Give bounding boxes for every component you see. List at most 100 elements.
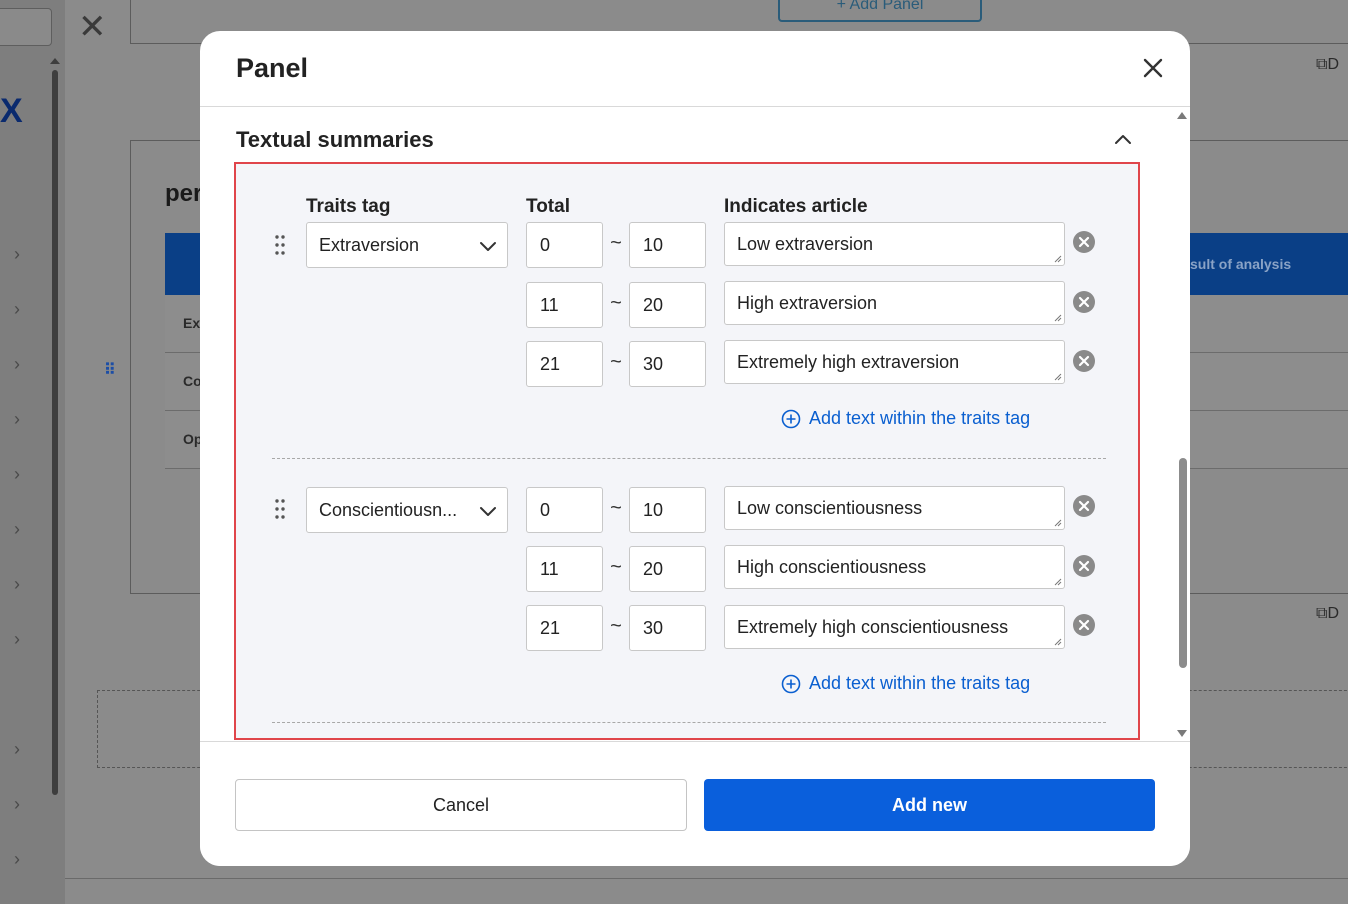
cancel-button[interactable]: Cancel <box>235 779 687 831</box>
range-separator: ~ <box>610 292 622 314</box>
article-text-value: Extremely high conscientiousness <box>737 617 1009 637</box>
total-min-input[interactable]: 0 <box>526 487 603 533</box>
resize-handle-icon[interactable] <box>1054 519 1062 527</box>
remove-row-icon[interactable] <box>1073 231 1095 253</box>
scroll-up-icon[interactable] <box>1177 112 1187 119</box>
group-divider <box>272 458 1106 459</box>
range-separator: ~ <box>610 615 622 637</box>
article-text-value: Extremely high extraversion <box>737 352 960 372</box>
chevron-right-icon: › <box>14 244 20 264</box>
article-text-input[interactable]: High conscientiousness <box>724 545 1065 589</box>
drag-handle-icon[interactable] <box>274 234 286 256</box>
total-max-input[interactable]: 20 <box>629 282 706 328</box>
background-sidebar: X › › › › › › › › › › › <box>0 0 65 904</box>
background-copy-icon: ⧉D <box>1316 605 1339 622</box>
range-separator: ~ <box>610 556 622 578</box>
chevron-down-icon <box>480 242 496 251</box>
background-row-label: Ex <box>183 315 201 331</box>
article-text-input[interactable]: Low extraversion <box>724 222 1065 266</box>
background-divider <box>65 878 1348 879</box>
chevron-right-icon: › <box>14 299 20 319</box>
panel-modal: Panel Textual summaries Traits tag Total… <box>200 31 1190 866</box>
traits-tag-value: Extraversion <box>319 235 420 255</box>
chevron-right-icon: › <box>14 409 20 429</box>
scrollbar-thumb[interactable] <box>1179 458 1187 668</box>
traits-tag-value: Conscientiousn... <box>319 500 458 520</box>
chevron-down-icon <box>480 507 496 516</box>
article-text-value: High extraversion <box>737 293 878 313</box>
modal-footer: Cancel Add new <box>200 741 1190 866</box>
range-separator: ~ <box>610 351 622 373</box>
modal-title: Panel <box>236 53 309 83</box>
resize-handle-icon[interactable] <box>1054 255 1062 263</box>
article-text-input[interactable]: Low conscientiousness <box>724 486 1065 530</box>
resize-handle-icon[interactable] <box>1054 314 1062 322</box>
background-table-header-text: sult of analysis <box>1190 256 1292 272</box>
remove-row-icon[interactable] <box>1073 350 1095 372</box>
total-max-input[interactable]: 10 <box>629 222 706 268</box>
remove-row-icon[interactable] <box>1073 614 1095 636</box>
chevron-right-icon: › <box>14 519 20 539</box>
chevron-up-icon[interactable] <box>1112 132 1134 146</box>
background-logo: X <box>0 92 23 130</box>
article-text-value: Low extraversion <box>737 234 874 254</box>
remove-row-icon[interactable] <box>1073 495 1095 517</box>
add-new-button[interactable]: Add new <box>704 779 1155 831</box>
section-title: Textual summaries <box>236 127 434 152</box>
total-max-input[interactable]: 30 <box>629 605 706 651</box>
total-min-input[interactable]: 21 <box>526 605 603 651</box>
plus-circle-icon <box>781 409 801 429</box>
background-scrollbar <box>52 70 58 795</box>
background-search-box <box>0 8 52 46</box>
total-min-input[interactable]: 21 <box>526 341 603 387</box>
chevron-right-icon: › <box>14 354 20 374</box>
drag-handle-icon[interactable] <box>274 498 286 520</box>
traits-tag-select[interactable]: Conscientiousn... <box>306 487 508 533</box>
resize-handle-icon[interactable] <box>1054 578 1062 586</box>
background-copy-icon: ⧉D <box>1316 56 1339 73</box>
modal-header: Panel <box>200 31 1190 107</box>
plus-circle-icon <box>781 674 801 694</box>
background-copy-label: D <box>1327 56 1339 73</box>
article-text-value: High conscientiousness <box>737 557 927 577</box>
chevron-right-icon: › <box>14 464 20 484</box>
chevron-right-icon: › <box>14 574 20 594</box>
article-text-input[interactable]: High extraversion <box>724 281 1065 325</box>
total-max-input[interactable]: 10 <box>629 487 706 533</box>
scroll-down-icon[interactable] <box>1177 730 1187 737</box>
modal-body[interactable]: Textual summaries Traits tag Total Indic… <box>200 108 1190 741</box>
total-max-input[interactable]: 30 <box>629 341 706 387</box>
traits-tag-select[interactable]: Extraversion <box>306 222 508 268</box>
chevron-right-icon: › <box>14 794 20 814</box>
chevron-right-icon: › <box>14 739 20 759</box>
column-header-traits: Traits tag <box>306 196 391 217</box>
column-header-article: Indicates article <box>724 196 868 217</box>
add-text-label: Add text within the traits tag <box>809 673 1031 693</box>
range-separator: ~ <box>610 232 622 254</box>
background-scroll-up-icon <box>50 58 60 64</box>
background-drag-icon: ⠿ <box>104 362 116 379</box>
close-icon[interactable] <box>1138 53 1168 83</box>
chevron-right-icon: › <box>14 629 20 649</box>
background-copy-label: D <box>1327 605 1339 622</box>
article-text-input[interactable]: Extremely high extraversion <box>724 340 1065 384</box>
remove-row-icon[interactable] <box>1073 555 1095 577</box>
group-divider <box>272 722 1106 723</box>
textual-summaries-editor: Traits tag Total Indicates article Extra… <box>234 162 1140 740</box>
article-text-value: Low conscientiousness <box>737 498 923 518</box>
background-card-title: per <box>165 180 203 207</box>
background-close-icon: ✕ <box>78 8 107 46</box>
resize-handle-icon[interactable] <box>1054 373 1062 381</box>
article-text-input[interactable]: Extremely high conscientiousness <box>724 605 1065 649</box>
background-row-label: Co <box>183 373 202 389</box>
total-max-input[interactable]: 20 <box>629 546 706 592</box>
add-text-label: Add text within the traits tag <box>809 408 1031 428</box>
total-min-input[interactable]: 0 <box>526 222 603 268</box>
remove-row-icon[interactable] <box>1073 291 1095 313</box>
total-min-input[interactable]: 11 <box>526 546 603 592</box>
resize-handle-icon[interactable] <box>1054 638 1062 646</box>
background-add-panel-button: + Add Panel <box>778 0 982 22</box>
column-header-total: Total <box>526 196 570 217</box>
total-min-input[interactable]: 11 <box>526 282 603 328</box>
chevron-right-icon: › <box>14 849 20 869</box>
